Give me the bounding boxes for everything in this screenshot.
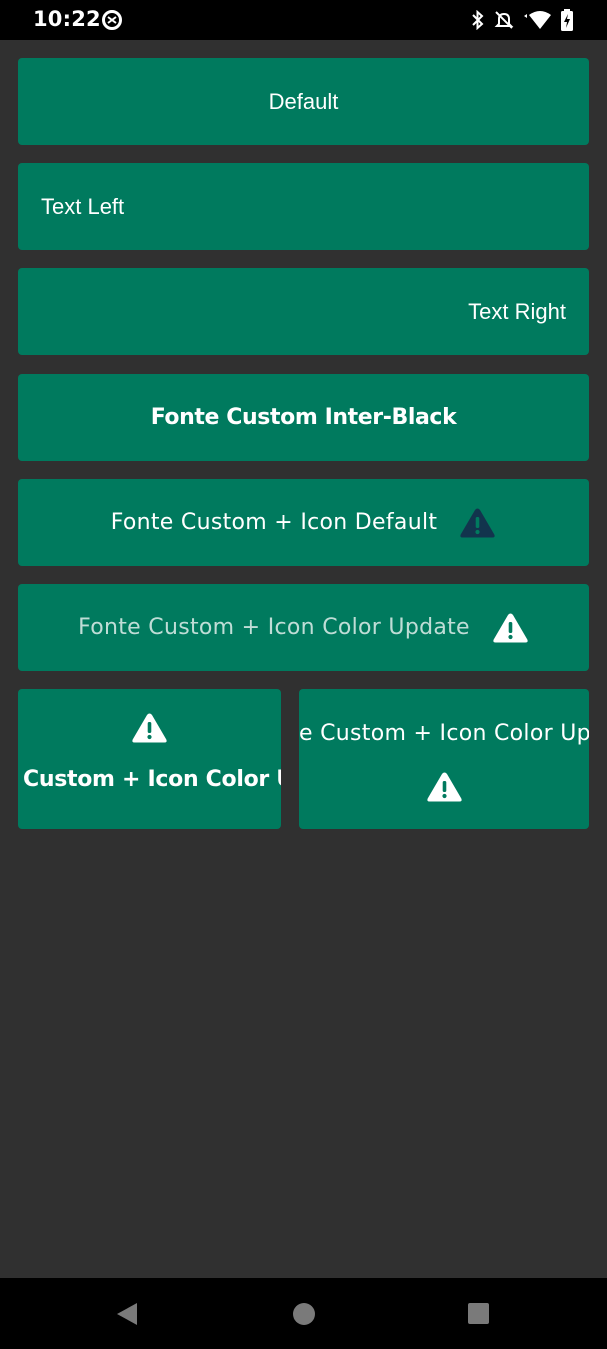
text-left-button[interactable]: Text Left (18, 163, 589, 250)
status-bar: 10:22 (0, 0, 607, 40)
warning-icon (132, 713, 167, 743)
notifications-off-icon (494, 11, 514, 29)
recents-icon[interactable] (468, 1303, 489, 1324)
custom-font-icon-color-update-button[interactable]: Fonte Custom + Icon Color Update (18, 584, 589, 671)
icon-bottom-button[interactable]: e Custom + Icon Color Up (299, 689, 589, 829)
custom-font-icon-default-label: Fonte Custom + Icon Default (110, 510, 438, 535)
custom-font-black-button-label: Fonte Custom Inter-Black (150, 405, 457, 430)
icon-bottom-button-label: e Custom + Icon Color Up (299, 721, 589, 746)
status-icons (471, 9, 574, 31)
custom-font-black-button[interactable]: Fonte Custom Inter-Black (18, 374, 589, 461)
custom-font-icon-color-update-label: Fonte Custom + Icon Color Update (78, 615, 470, 640)
icon-top-wrapper (131, 712, 168, 749)
default-button[interactable]: Default (18, 58, 589, 145)
text-right-button[interactable]: Text Right (18, 268, 589, 355)
text-left-button-label: Text Left (41, 193, 125, 219)
warning-icon (460, 508, 495, 537)
status-time: 10:22 (33, 7, 101, 31)
warning-icon (493, 613, 528, 642)
icon-top-button-label: Custom + Icon Color U (23, 767, 281, 792)
home-icon[interactable] (293, 1303, 315, 1325)
bluetooth-icon (472, 10, 484, 30)
custom-font-icon-default-button[interactable]: Fonte Custom + Icon Default (18, 479, 589, 566)
wifi-icon (524, 11, 551, 29)
icon-top-button[interactable]: Custom + Icon Color U (18, 689, 281, 829)
warning-icon (427, 772, 462, 802)
battery-icon (561, 9, 573, 31)
icon-bottom-wrapper (426, 771, 463, 808)
back-icon[interactable] (115, 1302, 139, 1326)
data-saver-icon (102, 10, 122, 30)
default-button-label: Default (268, 88, 339, 114)
text-right-button-label: Text Right (468, 298, 566, 324)
